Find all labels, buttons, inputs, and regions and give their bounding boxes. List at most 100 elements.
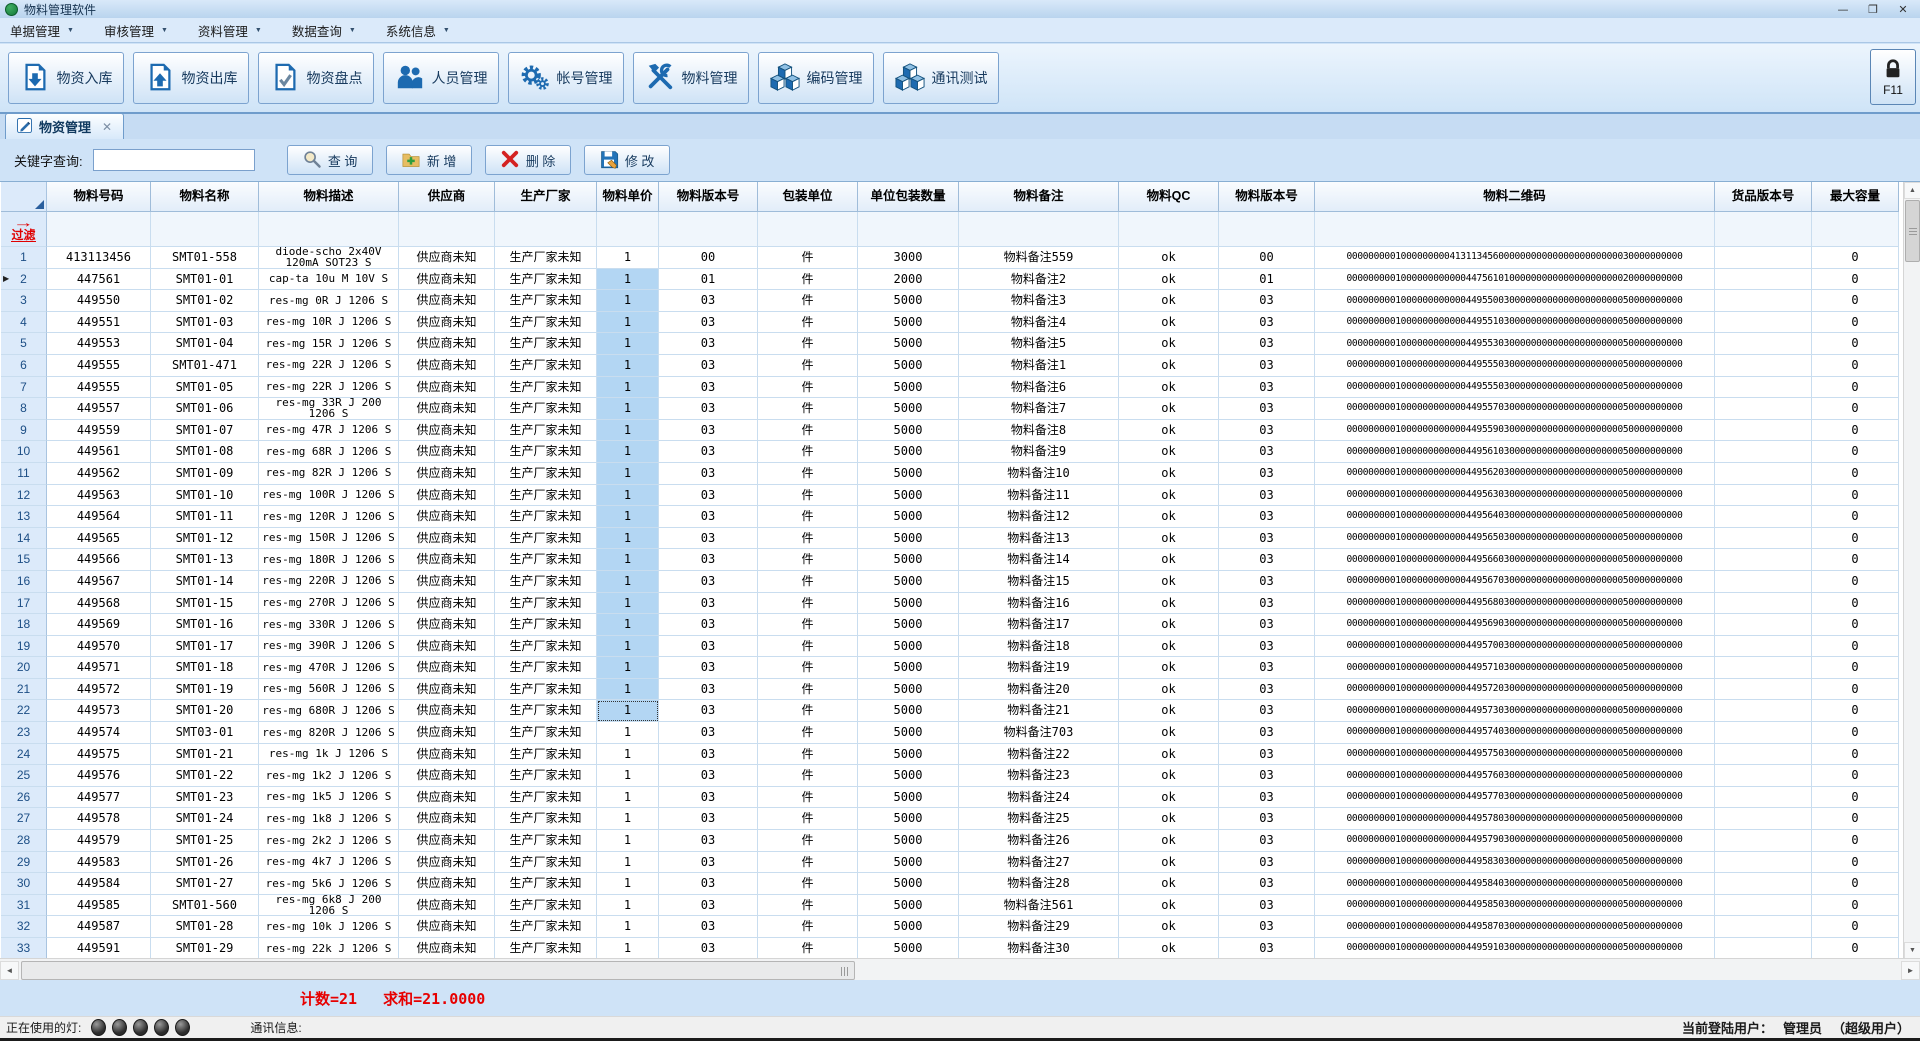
cell-qr[interactable]: 0000000001000000000000449577030000000000… [1315, 787, 1715, 809]
cell-code[interactable]: 449555 [47, 355, 151, 377]
cell-qty[interactable]: 5000 [858, 722, 959, 744]
cell-maker[interactable]: 生产厂家未知 [495, 398, 597, 420]
scroll-up-icon[interactable]: ▲ [1904, 182, 1920, 199]
row-number-cell[interactable]: 8 [1, 398, 47, 420]
cell-name[interactable]: SMT01-06 [151, 398, 259, 420]
cell-capacity[interactable]: 0 [1812, 312, 1899, 334]
cell-qc[interactable]: ok [1119, 247, 1219, 269]
cell-price[interactable]: 1 [597, 873, 659, 895]
cell-ver2[interactable]: 00 [1219, 247, 1315, 269]
cell-name[interactable]: SMT01-26 [151, 852, 259, 874]
row-number-cell[interactable]: 23 [1, 722, 47, 744]
cell-goods_ver[interactable] [1715, 333, 1812, 355]
search-action-新增[interactable]: 新 增 [386, 145, 472, 175]
cell-note[interactable]: 物料备注23 [959, 765, 1119, 787]
cell-ver[interactable]: 03 [659, 722, 758, 744]
maximize-button[interactable]: ❐ [1858, 0, 1888, 18]
cell-desc[interactable]: res-mg 22k J 1206 S [259, 938, 399, 959]
cell-qc[interactable]: ok [1119, 852, 1219, 874]
cell-supplier[interactable]: 供应商未知 [399, 247, 495, 269]
cell-price[interactable]: 1 [597, 679, 659, 701]
cell-capacity[interactable]: 0 [1812, 830, 1899, 852]
cell-desc[interactable]: res-mg 270R J 1206 S [259, 593, 399, 615]
cell-note[interactable]: 物料备注17 [959, 614, 1119, 636]
cell-qc[interactable]: ok [1119, 355, 1219, 377]
cell-note[interactable]: 物料备注27 [959, 852, 1119, 874]
cell-qc[interactable]: ok [1119, 420, 1219, 442]
cell-goods_ver[interactable] [1715, 463, 1812, 485]
cell-code[interactable]: 449585 [47, 895, 151, 917]
cell-qty[interactable]: 5000 [858, 614, 959, 636]
close-button[interactable]: ✕ [1888, 0, 1918, 18]
cell-code[interactable]: 449553 [47, 333, 151, 355]
cell-desc[interactable]: res-mg 180R J 1206 S [259, 549, 399, 571]
cell-supplier[interactable]: 供应商未知 [399, 679, 495, 701]
cell-qc[interactable]: ok [1119, 269, 1219, 291]
cell-desc[interactable]: res-mg 100R J 1206 S [259, 485, 399, 507]
cell-ver2[interactable]: 03 [1219, 398, 1315, 420]
cell-ver[interactable]: 03 [659, 571, 758, 593]
cell-code[interactable]: 449563 [47, 485, 151, 507]
cell-qty[interactable]: 5000 [858, 355, 959, 377]
cell-qr[interactable]: 0000000001000000000000449564030000000000… [1315, 506, 1715, 528]
cell-name[interactable]: SMT01-09 [151, 463, 259, 485]
cell-supplier[interactable]: 供应商未知 [399, 549, 495, 571]
cell-desc[interactable]: res-mg 150R J 1206 S [259, 528, 399, 550]
cell-qc[interactable]: ok [1119, 506, 1219, 528]
menu-item-5[interactable]: 系统信息▼ [386, 21, 450, 40]
filter-cell[interactable] [495, 212, 597, 247]
cell-price[interactable]: 1 [597, 916, 659, 938]
cell-maker[interactable]: 生产厂家未知 [495, 636, 597, 658]
cell-desc[interactable]: res-mg 470R J 1206 S [259, 657, 399, 679]
cell-qty[interactable]: 5000 [858, 808, 959, 830]
cell-qr[interactable]: 0000000001000000000000449565030000000000… [1315, 528, 1715, 550]
cell-goods_ver[interactable] [1715, 895, 1812, 917]
cell-name[interactable]: SMT01-15 [151, 593, 259, 615]
cell-ver2[interactable]: 03 [1219, 549, 1315, 571]
cell-maker[interactable]: 生产厂家未知 [495, 744, 597, 766]
cell-qc[interactable]: ok [1119, 549, 1219, 571]
cell-supplier[interactable]: 供应商未知 [399, 744, 495, 766]
cell-price[interactable]: 1 [597, 312, 659, 334]
cell-note[interactable]: 物料备注18 [959, 636, 1119, 658]
toolbar-button-物资入库[interactable]: 物资入库 [8, 52, 124, 104]
cell-supplier[interactable]: 供应商未知 [399, 355, 495, 377]
cell-qr[interactable]: 0000000001000000000000449575030000000000… [1315, 744, 1715, 766]
cell-price[interactable]: 1 [597, 852, 659, 874]
cell-qr[interactable]: 0000000001000000000000449550030000000000… [1315, 290, 1715, 312]
minimize-button[interactable]: — [1828, 0, 1858, 18]
cell-goods_ver[interactable] [1715, 852, 1812, 874]
cell-desc[interactable]: res-mg 1k8 J 1206 S [259, 808, 399, 830]
cell-unit[interactable]: 件 [758, 873, 858, 895]
cell-ver2[interactable]: 03 [1219, 873, 1315, 895]
cell-note[interactable]: 物料备注8 [959, 420, 1119, 442]
cell-supplier[interactable]: 供应商未知 [399, 808, 495, 830]
cell-name[interactable]: SMT01-18 [151, 657, 259, 679]
cell-maker[interactable]: 生产厂家未知 [495, 895, 597, 917]
cell-qc[interactable]: ok [1119, 593, 1219, 615]
cell-code[interactable]: 449566 [47, 549, 151, 571]
cell-code[interactable]: 449562 [47, 463, 151, 485]
row-number-cell[interactable]: 22 [1, 700, 47, 722]
cell-qty[interactable]: 5000 [858, 398, 959, 420]
cell-maker[interactable]: 生产厂家未知 [495, 722, 597, 744]
cell-supplier[interactable]: 供应商未知 [399, 636, 495, 658]
cell-maker[interactable]: 生产厂家未知 [495, 679, 597, 701]
cell-capacity[interactable]: 0 [1812, 485, 1899, 507]
cell-qty[interactable]: 5000 [858, 636, 959, 658]
cell-supplier[interactable]: 供应商未知 [399, 722, 495, 744]
cell-unit[interactable]: 件 [758, 744, 858, 766]
cell-unit[interactable]: 件 [758, 355, 858, 377]
cell-maker[interactable]: 生产厂家未知 [495, 765, 597, 787]
cell-price[interactable]: 1 [597, 722, 659, 744]
cell-qr[interactable]: 0000000001000000000000449587030000000000… [1315, 916, 1715, 938]
cell-code[interactable]: 449575 [47, 744, 151, 766]
cell-note[interactable]: 物料备注29 [959, 916, 1119, 938]
cell-code[interactable]: 449571 [47, 657, 151, 679]
cell-qty[interactable]: 2000 [858, 269, 959, 291]
cell-note[interactable]: 物料备注28 [959, 873, 1119, 895]
cell-goods_ver[interactable] [1715, 636, 1812, 658]
cell-qr[interactable]: 0000000001000000000000447561010000000000… [1315, 269, 1715, 291]
cell-maker[interactable]: 生产厂家未知 [495, 290, 597, 312]
cell-capacity[interactable]: 0 [1812, 333, 1899, 355]
